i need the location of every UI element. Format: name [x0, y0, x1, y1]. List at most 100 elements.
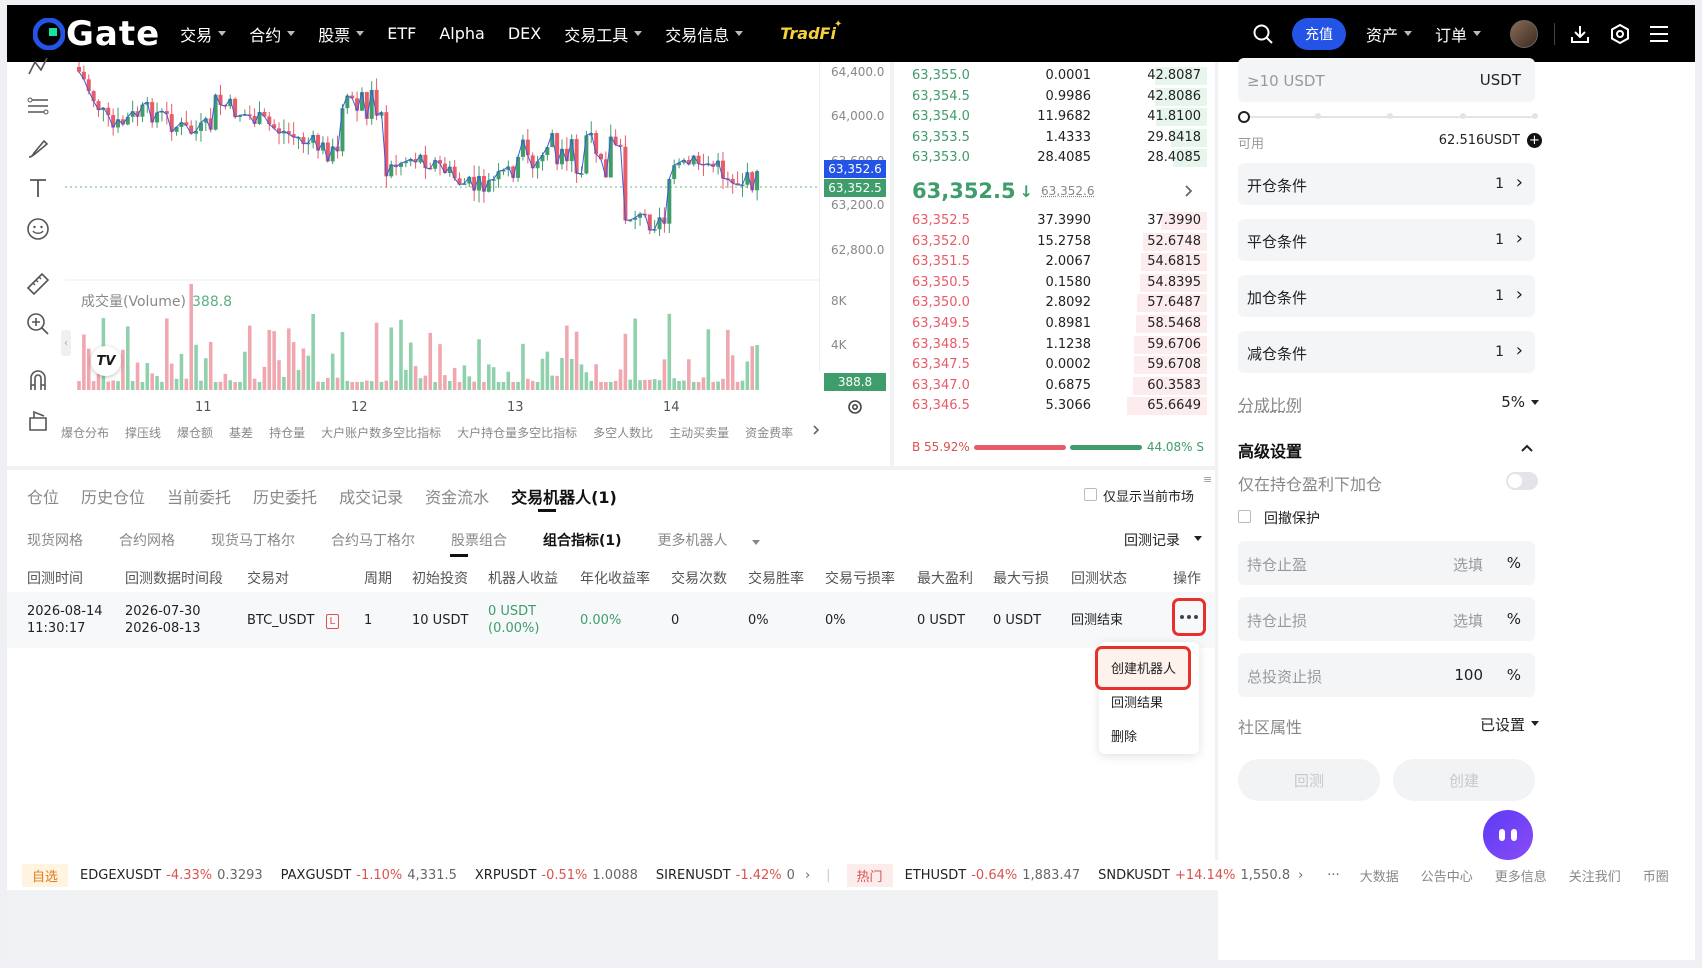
zoom-in-icon[interactable] [24, 310, 52, 338]
slider-handle[interactable] [1238, 111, 1250, 123]
menu-delete[interactable]: 删除 [1111, 726, 1137, 745]
drawdown-checkbox[interactable] [1238, 510, 1251, 523]
subtab-0[interactable]: 现货网格 [27, 530, 101, 550]
nav-item-1[interactable]: 合约 [249, 22, 296, 46]
add-funds-icon[interactable]: + [1527, 133, 1542, 148]
magnet-icon[interactable] [24, 366, 52, 394]
subtab-4[interactable]: 股票组合 [451, 530, 525, 550]
favorites-tag[interactable]: 自选 [22, 863, 69, 887]
orderbook-bid-row[interactable]: 63,350.5 0.1580 54.8395 [894, 273, 1215, 293]
deposit-button[interactable]: 充值 [1291, 17, 1346, 50]
investment-input[interactable]: ≥10 USDT USDT [1238, 58, 1535, 102]
nav-item-0[interactable]: 交易 [180, 22, 227, 46]
brush-tool-icon[interactable] [24, 134, 52, 162]
tradingview-logo[interactable]: TV [91, 346, 121, 376]
chevron-down-icon[interactable] [1194, 536, 1202, 541]
lock-drawing-icon[interactable] [24, 406, 52, 434]
footer-link[interactable]: 公告中心 [1421, 866, 1473, 885]
footer-link[interactable]: 关注我们 [1569, 866, 1621, 885]
tab-5[interactable]: 资金流水 [425, 484, 489, 508]
create-button[interactable]: 创建 [1393, 759, 1535, 801]
condition-row[interactable]: 开仓条件 1 › [1238, 163, 1535, 205]
tab-6[interactable]: 交易机器人(1) [511, 484, 617, 508]
indicator-tab[interactable]: 撑压线 [125, 424, 161, 441]
indicator-tab[interactable]: 持仓量 [269, 424, 305, 441]
indicator-tab[interactable]: 大户账户数多空比指标 [321, 424, 441, 441]
indicator-tab[interactable]: 爆仓额 [177, 424, 213, 441]
tradfi-link[interactable]: TradFi [780, 24, 836, 43]
footer-link[interactable]: 大数据 [1360, 866, 1399, 885]
chevron-down-icon[interactable] [1531, 721, 1539, 726]
subtab-3[interactable]: 合约马丁格尔 [331, 530, 433, 550]
subtab-6[interactable]: 更多机器人 [658, 530, 778, 550]
ticker-item[interactable]: ETHUSDT -0.64% 1,883.47 [905, 868, 1099, 883]
table-row[interactable]: 2026-08-14 11:30:17 2026-07-30 2026-08-13 … [7, 592, 1215, 648]
settings-hex-icon[interactable] [1609, 23, 1631, 45]
pattern-tool-icon[interactable] [24, 54, 52, 82]
tab-2[interactable]: 当前委托 [167, 484, 231, 508]
nav-item-5[interactable]: DEX [508, 24, 541, 43]
ticker-item[interactable]: EDGEXUSDT -4.33% 0.3293 [80, 868, 281, 883]
chevron-down-icon[interactable] [1531, 400, 1539, 405]
tab-3[interactable]: 历史委托 [253, 484, 317, 508]
hot-tag[interactable]: 热门 [846, 863, 893, 887]
menu-backtest-result[interactable]: 回测结果 [1111, 692, 1163, 711]
chevron-up-icon[interactable] [1520, 443, 1534, 453]
current-market-checkbox[interactable] [1084, 488, 1097, 501]
orderbook-bid-row[interactable]: 63,347.0 0.6875 60.3583 [894, 376, 1215, 396]
orderbook-bid-row[interactable]: 63,346.5 5.3066 65.6649 [894, 396, 1215, 416]
subtab-5[interactable]: 组合指标(1) [543, 530, 640, 550]
candlestick-chart[interactable] [65, 62, 877, 392]
indicator-tab[interactable]: 爆仓分布 [61, 424, 109, 441]
tab-4[interactable]: 成交记录 [339, 484, 403, 508]
condition-row[interactable]: 加仓条件 1 › [1238, 275, 1535, 317]
ruler-tool-icon[interactable] [24, 270, 52, 298]
condition-row[interactable]: 平仓条件 1 › [1238, 219, 1535, 261]
chart-settings-icon[interactable] [846, 398, 864, 416]
take-profit-input[interactable]: 持仓止盈 选填 % [1238, 541, 1535, 585]
more-dots-icon[interactable]: ··· [1327, 868, 1339, 883]
ticker-item[interactable]: XRPUSDT -0.51% 1.0088 [475, 868, 656, 883]
indicator-tab[interactable]: 资金费率 [745, 424, 793, 441]
gate-logo[interactable]: Gate [33, 14, 160, 54]
menu-create-bot[interactable]: 创建机器人 [1111, 658, 1176, 677]
fib-tool-icon[interactable] [24, 92, 52, 120]
chevron-right-icon[interactable]: › [1298, 868, 1303, 883]
indicator-tab[interactable]: 多空人数比 [593, 424, 653, 441]
indicator-tab[interactable]: 主动买卖量 [669, 424, 729, 441]
community-value[interactable]: 已设置 [1480, 714, 1525, 735]
chevron-right-icon[interactable]: › [805, 868, 810, 883]
download-icon[interactable] [1569, 23, 1591, 45]
orderbook-ask-row[interactable]: 63,354.5 0.9986 42.8086 [894, 87, 1215, 107]
mark-price[interactable]: 63,352.6 [1041, 184, 1094, 198]
avatar[interactable] [1510, 19, 1538, 48]
slider-step-dot[interactable] [1387, 113, 1393, 119]
more-actions-button[interactable] [1172, 598, 1206, 636]
total-stop-loss-input[interactable]: 总投资止损 100 % [1238, 653, 1535, 697]
stop-loss-input[interactable]: 持仓止损 选填 % [1238, 597, 1535, 641]
backtest-record-dropdown[interactable]: 回测记录 [1124, 530, 1180, 550]
chevron-right-icon[interactable] [810, 424, 822, 436]
assets-menu[interactable]: 资产 [1366, 22, 1412, 46]
orderbook-bid-row[interactable]: 63,349.5 0.8981 58.5468 [894, 314, 1215, 334]
nav-item-3[interactable]: ETF [387, 24, 416, 43]
tab-0[interactable]: 仓位 [27, 484, 59, 508]
nav-item-2[interactable]: 股票 [318, 22, 365, 46]
orderbook-ask-row[interactable]: 63,353.5 1.4333 29.8418 [894, 128, 1215, 148]
collapse-toolbar-icon[interactable]: ‹ [61, 330, 71, 356]
ticker-item[interactable]: PAXGUSDT -1.10% 4,331.5 [281, 868, 475, 883]
ticker-item[interactable]: SNDKUSDT +14.14% 1,550.8 [1098, 868, 1308, 883]
nav-item-7[interactable]: 交易信息 [665, 22, 744, 46]
assistant-bot-button[interactable] [1483, 810, 1533, 860]
chevron-right-icon[interactable] [1183, 184, 1195, 198]
slider-step-dot[interactable] [1314, 113, 1321, 119]
text-tool-icon[interactable] [24, 174, 52, 202]
indicator-tab[interactable]: 基差 [229, 424, 253, 441]
hamburger-menu-icon[interactable] [1649, 25, 1669, 43]
drag-handle-icon[interactable]: ≡ [1203, 474, 1212, 485]
orderbook-ask-row[interactable]: 63,354.0 11.9682 41.8100 [894, 107, 1215, 127]
footer-link[interactable]: 币圈 [1643, 866, 1669, 885]
footer-link[interactable]: 更多信息 [1495, 866, 1547, 885]
backtest-button[interactable]: 回测 [1238, 759, 1380, 801]
orderbook-bid-row[interactable]: 63,348.5 1.1238 59.6706 [894, 335, 1215, 355]
